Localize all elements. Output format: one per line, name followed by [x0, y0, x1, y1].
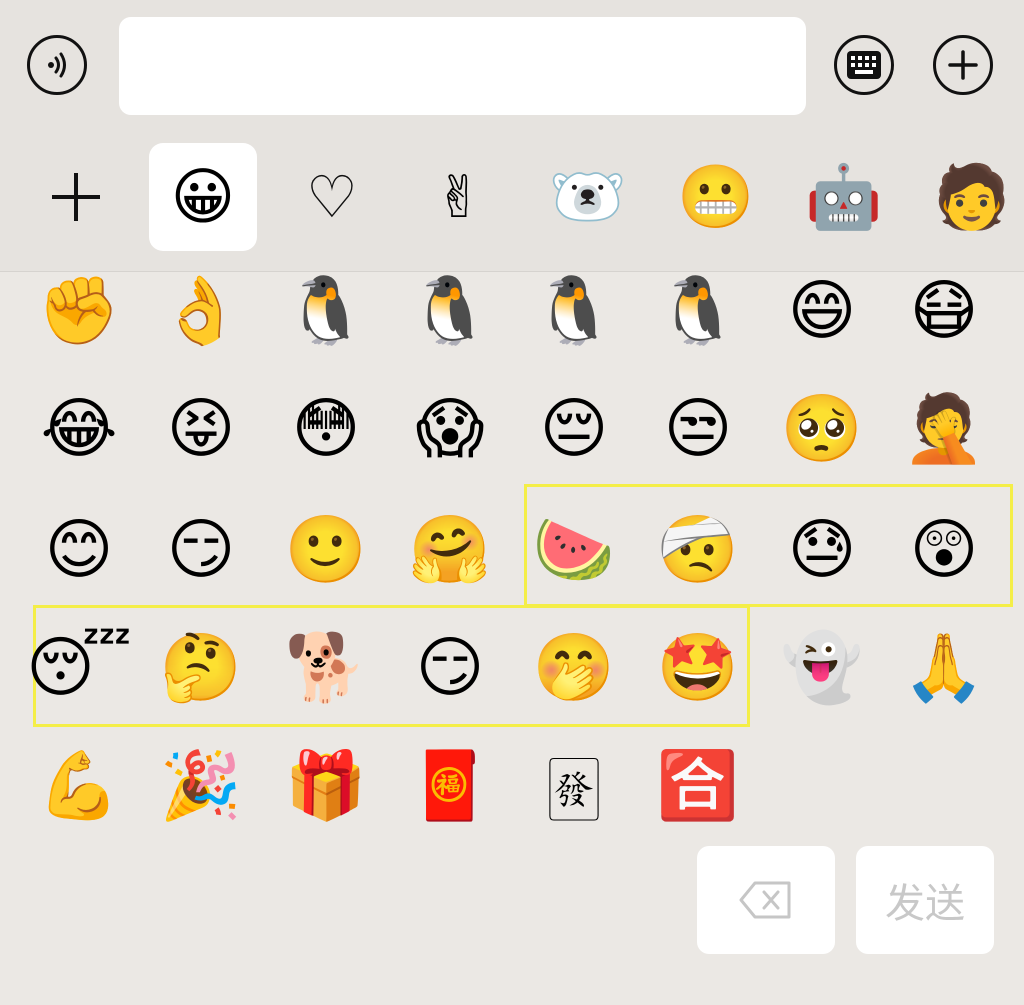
emoji-item[interactable]: 😂	[24, 379, 134, 479]
tab-emoji[interactable]: 😀	[149, 143, 257, 251]
voice-button[interactable]	[27, 35, 87, 95]
emoji-item[interactable]: ✊	[24, 261, 134, 361]
emoji-item[interactable]: 🐧	[643, 261, 753, 361]
emoji-item[interactable]: 🀅	[519, 736, 629, 836]
tab-sticker-victory-hand[interactable]: ✌	[405, 143, 513, 251]
tab-sticker-grin-face-icon: 😬	[677, 160, 755, 233]
backspace-icon	[739, 881, 791, 919]
emoji-item[interactable]: 🍉	[519, 500, 629, 600]
emoji-item[interactable]: 😝	[146, 379, 256, 479]
emoji-item[interactable]: 😓	[767, 500, 877, 600]
emoji-item[interactable]: 👌	[146, 261, 256, 361]
emoji-item[interactable]: 🤦	[889, 379, 999, 479]
tab-add[interactable]	[22, 143, 130, 251]
emoji-item[interactable]: 🙂	[271, 500, 381, 600]
delete-button[interactable]	[697, 846, 835, 954]
tab-sticker-robot-icon: 🤖	[805, 160, 883, 233]
plus-icon	[52, 173, 100, 221]
emoji-item[interactable]: 😊	[24, 500, 134, 600]
plus-circle-icon	[948, 50, 978, 80]
emoji-item[interactable]: 💪	[24, 736, 134, 836]
emoji-item[interactable]: 🤗	[395, 500, 505, 600]
emoji-item[interactable]: 😏	[146, 500, 256, 600]
tab-sticker-bear-icon: 🐻‍❄️	[549, 160, 627, 233]
more-button[interactable]	[933, 35, 993, 95]
emoji-item[interactable]: 😒	[643, 379, 753, 479]
emoji-item[interactable]: 😳	[271, 379, 381, 479]
emoji-item[interactable]: 😄	[767, 261, 877, 361]
emoji-item[interactable]: 😲	[889, 500, 999, 600]
tab-emoji-icon: 😀	[170, 160, 236, 233]
emoji-item[interactable]: 🐧	[395, 261, 505, 361]
tab-sticker-grin-face[interactable]: 😬	[662, 143, 770, 251]
tab-favorites[interactable]: ♡	[278, 143, 386, 251]
tab-sticker-person-icon: 🧑	[933, 160, 1011, 233]
send-label: 发送	[885, 881, 965, 927]
emoji-item[interactable]: 👻	[767, 618, 877, 718]
emoji-item[interactable]: 🙏	[889, 618, 999, 718]
emoji-item[interactable]: 😱	[395, 379, 505, 479]
tab-favorites-icon: ♡	[306, 163, 358, 231]
emoji-item[interactable]: 🤭	[519, 618, 629, 718]
emoji-item[interactable]: 🐧	[519, 261, 629, 361]
emoji-item[interactable]: 🧧	[395, 736, 505, 836]
emoji-item[interactable]: 🈴	[643, 736, 753, 836]
send-button[interactable]: 发送	[856, 846, 994, 954]
tab-sticker-robot[interactable]: 🤖	[790, 143, 898, 251]
emoji-item[interactable]: 🤩	[643, 618, 753, 718]
emoji-item[interactable]: 🎉	[146, 736, 256, 836]
emoji-item[interactable]: 🥺	[767, 379, 877, 479]
voice-wave-icon	[48, 52, 66, 78]
emoji-item[interactable]: 😷	[889, 261, 999, 361]
emoji-item[interactable]: 😴	[24, 618, 134, 718]
tab-sticker-bear[interactable]: 🐻‍❄️	[534, 143, 642, 251]
keyboard-icon	[847, 51, 881, 79]
message-input[interactable]	[119, 17, 806, 115]
emoji-item[interactable]: 🤔	[146, 618, 256, 718]
emoji-item[interactable]: 🎁	[271, 736, 381, 836]
emoji-item[interactable]: 🐧	[271, 261, 381, 361]
keyboard-button[interactable]	[834, 35, 894, 95]
tab-sticker-person[interactable]: 🧑	[918, 143, 1024, 251]
emoji-item[interactable]: 😏	[395, 618, 505, 718]
emoji-item[interactable]: 😔	[519, 379, 629, 479]
emoji-item[interactable]: 🐕	[271, 618, 381, 718]
tab-sticker-victory-hand-icon: ✌	[434, 163, 484, 231]
emoji-item[interactable]: 🤕	[643, 500, 753, 600]
